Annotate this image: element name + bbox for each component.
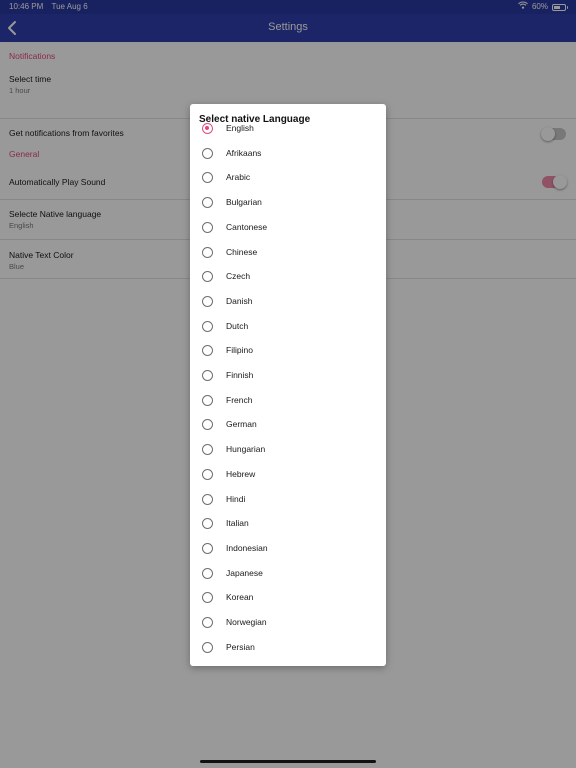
radio-unchecked-icon[interactable]	[202, 567, 213, 579]
radio-unchecked-icon[interactable]	[202, 197, 213, 209]
language-option-label: Hebrew	[226, 468, 256, 479]
language-option-label: German	[226, 419, 257, 430]
language-option-label: Filipino	[226, 345, 253, 356]
language-option[interactable]: German	[190, 413, 386, 437]
language-option[interactable]: French	[190, 389, 386, 413]
language-option[interactable]: Arabic	[190, 166, 386, 190]
language-option[interactable]: Bulgarian	[190, 191, 386, 215]
language-option-label: French	[226, 394, 253, 405]
language-option-label: Korean	[226, 592, 254, 603]
radio-checked-icon[interactable]	[202, 123, 213, 134]
language-option-label: Hindi	[226, 493, 246, 504]
language-option-label: English	[226, 123, 254, 133]
language-option-label: Italian	[226, 518, 249, 529]
language-option[interactable]: Indonesian	[190, 537, 386, 561]
language-option[interactable]: Dutch	[190, 315, 386, 339]
language-option-label: Danish	[226, 295, 253, 306]
language-option-label: Arabic	[226, 172, 251, 183]
language-option[interactable]: Persian	[190, 636, 386, 660]
language-option-label: Czech	[226, 271, 251, 282]
language-option-label: Chinese	[226, 246, 258, 257]
language-option[interactable]: Hindi	[190, 488, 386, 512]
language-option[interactable]: Afrikaans	[190, 142, 386, 166]
radio-unchecked-icon[interactable]	[202, 246, 213, 258]
radio-unchecked-icon[interactable]	[202, 345, 213, 357]
language-option[interactable]: Norwegian	[190, 611, 386, 635]
radio-unchecked-icon[interactable]	[202, 320, 213, 332]
language-option-label: Persian	[226, 641, 255, 652]
radio-unchecked-icon[interactable]	[202, 444, 213, 456]
language-option-label: Hungarian	[226, 444, 266, 455]
radio-unchecked-icon[interactable]	[202, 419, 213, 431]
radio-unchecked-icon[interactable]	[202, 592, 213, 604]
radio-unchecked-icon[interactable]	[202, 147, 213, 159]
language-option-label: Indonesian	[226, 542, 268, 553]
radio-unchecked-icon[interactable]	[202, 172, 213, 184]
language-option[interactable]: Hungarian	[190, 438, 386, 462]
radio-unchecked-icon[interactable]	[202, 271, 213, 283]
language-option-label: Norwegian	[226, 617, 267, 627]
radio-unchecked-icon[interactable]	[202, 295, 213, 307]
language-option-label: Japanese	[226, 567, 263, 578]
language-option-label: Finnish	[226, 370, 254, 380]
radio-unchecked-icon[interactable]	[202, 493, 213, 505]
radio-unchecked-icon[interactable]	[202, 221, 213, 233]
language-option[interactable]: Hebrew	[190, 463, 386, 487]
language-option[interactable]: Czech	[190, 265, 386, 289]
radio-unchecked-icon[interactable]	[202, 542, 213, 554]
language-option[interactable]: Cantonese	[190, 216, 386, 240]
language-option[interactable]: Italian	[190, 512, 386, 536]
language-option[interactable]: Japanese	[190, 562, 386, 586]
language-dialog: Select native Language English Afrikaans A…	[190, 104, 386, 666]
language-option[interactable]: Danish	[190, 290, 386, 314]
language-option-label: Dutch	[226, 320, 249, 331]
language-option-label: Bulgarian	[226, 197, 262, 208]
language-option[interactable]: Chinese	[190, 241, 386, 265]
language-option[interactable]: English	[190, 117, 386, 141]
radio-unchecked-icon[interactable]	[202, 394, 213, 406]
language-option[interactable]: Korean	[190, 586, 386, 610]
radio-unchecked-icon[interactable]	[202, 370, 213, 381]
language-option[interactable]: Filipino	[190, 339, 386, 363]
radio-unchecked-icon[interactable]	[202, 518, 213, 530]
language-option-label: Afrikaans	[226, 147, 262, 158]
home-indicator[interactable]	[200, 760, 376, 763]
language-option-label: Cantonese	[226, 221, 268, 232]
radio-unchecked-icon[interactable]	[202, 641, 213, 653]
radio-unchecked-icon[interactable]	[202, 617, 213, 628]
radio-unchecked-icon[interactable]	[202, 468, 213, 480]
language-option[interactable]: Finnish	[190, 364, 386, 388]
